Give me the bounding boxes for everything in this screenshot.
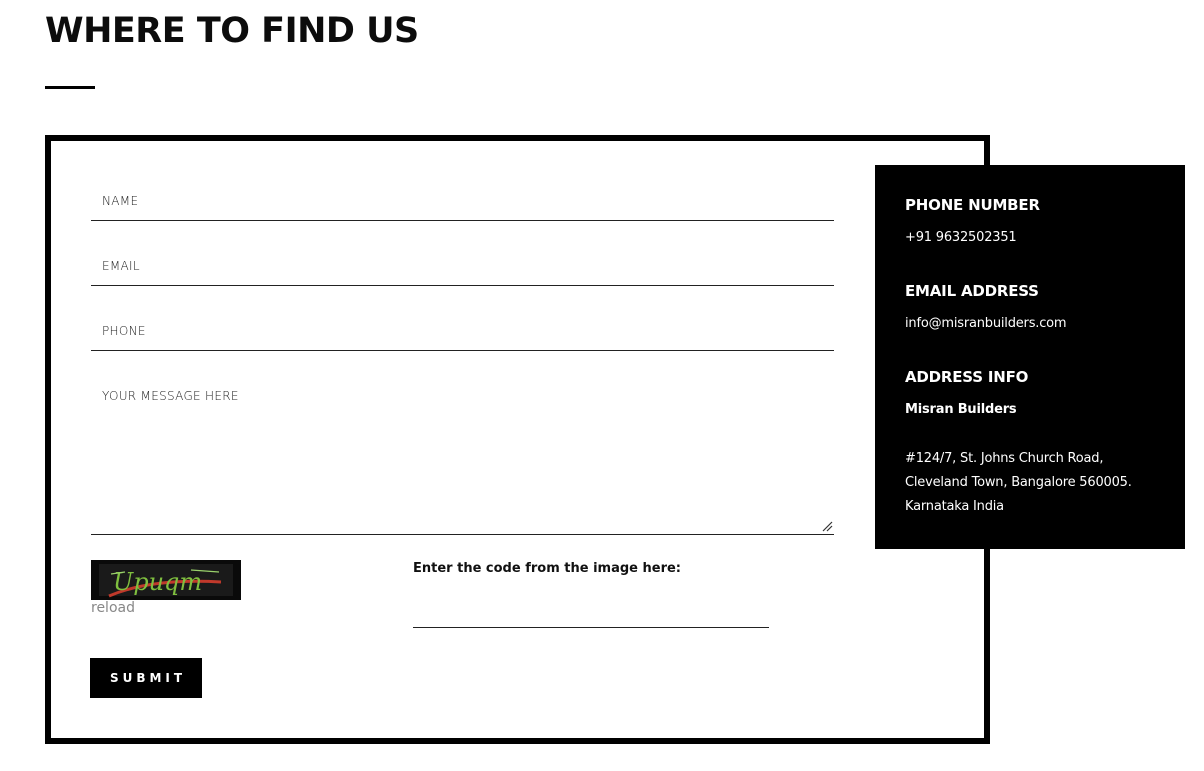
message-field[interactable]: YOUR MESSAGE HERE: [91, 375, 834, 535]
address-line-3: Karnataka India: [905, 499, 1004, 514]
submit-button[interactable]: SUBMIT: [90, 658, 202, 698]
company-name: Misran Builders: [905, 402, 1017, 417]
email-placeholder: EMAIL: [102, 259, 140, 273]
captcha-image: Upuqm: [91, 560, 241, 600]
address-block: #124/7, St. Johns Church Road, Cleveland…: [905, 447, 1132, 519]
captcha-graphic: Upuqm: [91, 560, 241, 600]
phone-field[interactable]: PHONE: [91, 310, 834, 351]
address-line-2: Cleveland Town, Bangalore 560005.: [905, 475, 1132, 490]
message-placeholder: YOUR MESSAGE HERE: [102, 389, 239, 403]
captcha-reload-link[interactable]: reload: [91, 600, 135, 616]
email-field[interactable]: EMAIL: [91, 245, 834, 286]
name-field[interactable]: NAME: [91, 180, 834, 221]
page-title: WHERE TO FIND US: [45, 11, 419, 51]
title-underline: [45, 86, 95, 89]
contact-info-panel: PHONE NUMBER +91 9632502351 EMAIL ADDRES…: [875, 165, 1185, 549]
address-heading: ADDRESS INFO: [905, 368, 1029, 386]
captcha-text: Upuqm: [113, 568, 202, 596]
contact-page: WHERE TO FIND US NAME EMAIL PHONE YOUR M…: [0, 0, 1204, 771]
phone-placeholder: PHONE: [102, 324, 146, 338]
address-line-1: #124/7, St. Johns Church Road,: [905, 451, 1104, 466]
name-placeholder: NAME: [102, 194, 139, 208]
resize-handle-icon[interactable]: [821, 520, 833, 532]
phone-heading: PHONE NUMBER: [905, 196, 1040, 214]
captcha-input[interactable]: [413, 600, 769, 628]
phone-value[interactable]: +91 9632502351: [905, 230, 1017, 245]
captcha-prompt-label: Enter the code from the image here:: [413, 561, 682, 576]
email-value[interactable]: info@misranbuilders.com: [905, 316, 1067, 331]
email-heading: EMAIL ADDRESS: [905, 282, 1039, 300]
